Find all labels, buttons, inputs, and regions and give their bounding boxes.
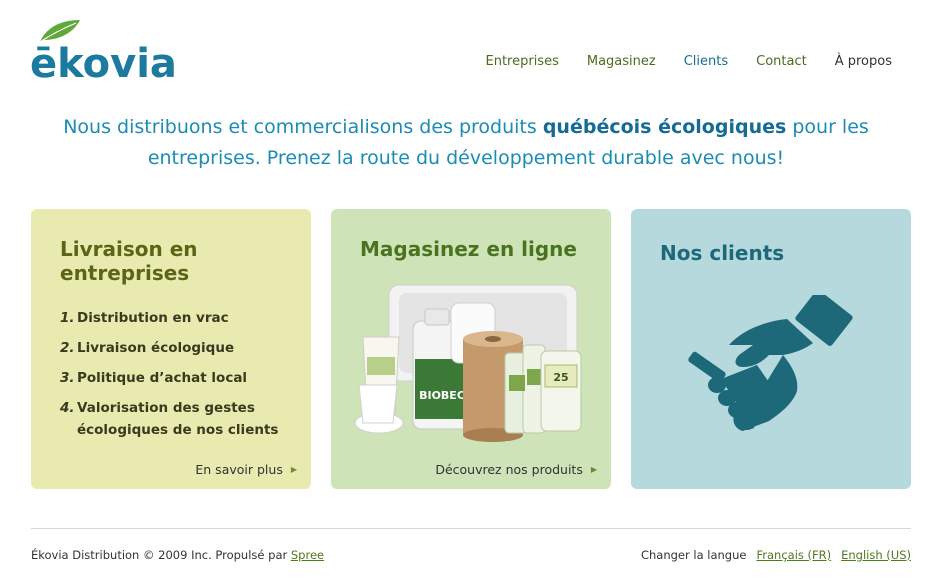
en-savoir-plus-link[interactable]: En savoir plus ▶ bbox=[195, 462, 297, 477]
card-clients[interactable]: Nos clients bbox=[631, 209, 911, 489]
list-item: 3. Politique d’achat local bbox=[60, 367, 300, 389]
decouvrez-produits-link[interactable]: Découvrez nos produits ▶ bbox=[435, 462, 597, 477]
step-text: Livraison écologique bbox=[77, 340, 235, 356]
lang-en-link[interactable]: English (US) bbox=[841, 548, 911, 562]
copyright-text: Ékovia Distribution © 2009 Inc. Propulsé… bbox=[31, 548, 291, 562]
nav-a-propos[interactable]: À propos bbox=[835, 54, 892, 69]
logo[interactable]: ēkovia bbox=[30, 18, 200, 87]
lang-fr-link[interactable]: Français (FR) bbox=[756, 548, 831, 562]
step-text: Valorisation des gestes écologiques de n… bbox=[77, 400, 279, 438]
step-number: 2. bbox=[60, 340, 75, 356]
tagline: Nous distribuons et commercialisons des … bbox=[40, 112, 892, 174]
card-shop-title: Magasinez en ligne bbox=[360, 237, 577, 261]
step-number: 3. bbox=[60, 370, 75, 386]
list-item: 1. Distribution en vrac bbox=[60, 307, 300, 329]
handshake-icon bbox=[688, 295, 853, 431]
step-number: 1. bbox=[60, 310, 75, 326]
delivery-steps: 1. Distribution en vrac 2. Livraison écolo… bbox=[60, 307, 300, 449]
tagline-part1: Nous distribuons et commercialisons des … bbox=[63, 116, 543, 138]
step-text: Distribution en vrac bbox=[77, 310, 229, 326]
triangle-right-icon: ▶ bbox=[590, 465, 597, 474]
nav-clients[interactable]: Clients bbox=[684, 54, 728, 69]
card-delivery[interactable]: Livraison en entreprises 1. Distribution … bbox=[31, 209, 311, 489]
en-savoir-plus-label: En savoir plus bbox=[195, 462, 283, 477]
step-number: 4. bbox=[60, 400, 75, 416]
bag-label: 25 bbox=[553, 371, 568, 384]
footer-copyright: Ékovia Distribution © 2009 Inc. Propulsé… bbox=[31, 548, 324, 562]
step-text: Politique d’achat local bbox=[77, 370, 248, 386]
products-image: BIOBEC 25 bbox=[354, 284, 582, 442]
nav-contact[interactable]: Contact bbox=[756, 54, 807, 69]
nav-magasinez[interactable]: Magasinez bbox=[587, 54, 656, 69]
list-item: 4. Valorisation des gestes écologiques de… bbox=[60, 397, 300, 441]
card-shop[interactable]: Magasinez en ligne BIOBEC 25 Découvrez n… bbox=[331, 209, 611, 489]
decouvrez-produits-label: Découvrez nos produits bbox=[435, 462, 583, 477]
triangle-right-icon: ▶ bbox=[290, 465, 297, 474]
logo-text: ēkovia bbox=[30, 41, 177, 87]
card-clients-title: Nos clients bbox=[660, 241, 785, 265]
list-item: 2. Livraison écologique bbox=[60, 337, 300, 359]
main-nav: Entreprises Magasinez Clients Contact À … bbox=[457, 54, 892, 69]
language-switcher: Changer la langue Français (FR) English (U… bbox=[641, 548, 911, 562]
language-label: Changer la langue bbox=[640, 548, 747, 562]
footer-divider bbox=[31, 528, 911, 529]
spree-link[interactable]: Spree bbox=[291, 548, 324, 562]
nav-entreprises[interactable]: Entreprises bbox=[485, 54, 558, 69]
card-delivery-title: Livraison en entreprises bbox=[60, 237, 198, 285]
tagline-highlight: québécois écologiques bbox=[542, 116, 787, 138]
bottle-label: BIOBEC bbox=[419, 389, 465, 402]
